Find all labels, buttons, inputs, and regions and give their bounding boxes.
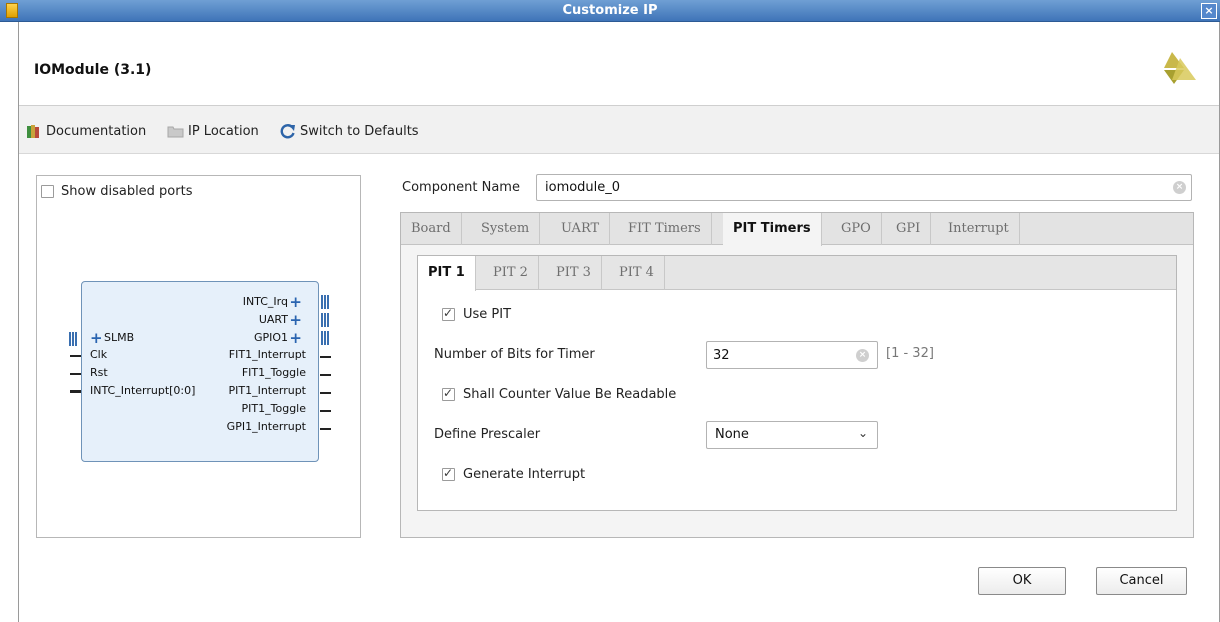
clear-icon[interactable]: × — [1173, 181, 1186, 194]
bus-pin-gpio1 — [321, 331, 329, 345]
port-rst: Rst — [90, 366, 108, 379]
documentation-button[interactable]: Documentation — [26, 122, 146, 140]
folder-icon — [167, 126, 184, 138]
port-fit1-toggle: FIT1_Toggle — [241, 366, 306, 379]
pin-pit1-interrupt — [320, 392, 331, 394]
ip-location-label: IP Location — [188, 123, 259, 139]
switch-defaults-label: Switch to Defaults — [300, 123, 419, 139]
show-disabled-checkbox[interactable] — [41, 185, 54, 198]
prescaler-value: None — [715, 427, 749, 442]
pin-fit1-interrupt — [320, 356, 331, 358]
generate-interrupt-label: Generate Interrupt — [463, 467, 586, 482]
subtab-pit-3[interactable]: PIT 3 — [546, 256, 602, 290]
show-disabled-ports-toggle[interactable]: Show disabled ports — [41, 184, 192, 199]
use-pit-label: Use PIT — [463, 307, 512, 322]
expand-plus-icon[interactable]: + — [289, 295, 302, 310]
use-pit-option[interactable]: Use PIT — [442, 306, 512, 322]
prescaler-label: Define Prescaler — [434, 427, 541, 442]
readable-label: Shall Counter Value Be Readable — [463, 387, 677, 402]
port-slmb: SLMB — [104, 331, 135, 344]
prescaler-label-row: Define Prescaler — [434, 427, 540, 442]
title-bar: Customize IP × — [0, 0, 1220, 22]
window-title: Customize IP — [562, 3, 658, 18]
use-pit-checkbox[interactable] — [442, 306, 455, 321]
port-gpi1-interrupt: GPI1_Interrupt — [226, 420, 306, 433]
tab-board[interactable]: Board — [401, 213, 462, 245]
bits-label-row: Number of Bits for Timer — [434, 347, 595, 362]
tab-fit-timers[interactable]: FIT Timers — [618, 213, 712, 245]
ip-location-button[interactable]: IP Location — [167, 122, 259, 140]
pin-clk — [70, 355, 81, 357]
bits-input[interactable] — [706, 341, 878, 369]
pin-rst — [70, 373, 81, 375]
ip-title: IOModule (3.1) — [34, 62, 152, 78]
tab-gpi[interactable]: GPI — [886, 213, 932, 245]
prescaler-select[interactable]: None ⌄ — [706, 421, 878, 449]
tab-interrupt[interactable]: Interrupt — [938, 213, 1020, 245]
generate-interrupt-option[interactable]: Generate Interrupt — [442, 466, 586, 482]
tab-gpo[interactable]: GPO — [831, 213, 882, 245]
port-clk: Clk — [90, 348, 108, 361]
bits-label: Number of Bits for Timer — [434, 347, 595, 362]
readable-checkbox[interactable] — [442, 386, 455, 401]
vendor-logo — [1164, 52, 1196, 84]
clear-icon[interactable]: × — [856, 349, 869, 362]
subtab-pit-4[interactable]: PIT 4 — [609, 256, 665, 290]
readable-option[interactable]: Shall Counter Value Be Readable — [442, 386, 677, 402]
port-uart: UART — [258, 313, 288, 326]
books-icon — [27, 125, 39, 138]
tab-uart[interactable]: UART — [551, 213, 611, 245]
subtab-pit-1[interactable]: PIT 1 — [418, 256, 476, 291]
tab-bar: Board System UART FIT Timers PIT Timers … — [401, 213, 1193, 246]
generate-interrupt-checkbox[interactable] — [442, 466, 455, 481]
bus-pin-intc-irq — [321, 295, 329, 309]
port-fit1-interrupt: FIT1_Interrupt — [228, 348, 306, 361]
pin-fit1-toggle — [320, 374, 331, 376]
component-name-input[interactable] — [536, 174, 1192, 201]
chevron-down-icon: ⌄ — [857, 426, 868, 440]
window-close-button[interactable]: × — [1201, 3, 1217, 19]
show-disabled-label: Show disabled ports — [61, 184, 193, 199]
pin-intc-interrupt — [70, 390, 81, 393]
port-pit1-toggle: PIT1_Toggle — [241, 402, 306, 415]
tab-system[interactable]: System — [471, 213, 541, 245]
config-tabs: Board System UART FIT Timers PIT Timers … — [400, 212, 1194, 538]
toolbar: Documentation IP Location Switch to Defa… — [19, 106, 1219, 154]
port-intc-irq: INTC_Irq — [242, 295, 288, 308]
component-name-label: Component Name — [402, 180, 520, 195]
port-gpio1: GPIO1 — [253, 331, 288, 344]
expand-plus-icon[interactable]: + — [289, 331, 302, 346]
port-intc-interrupt: INTC_Interrupt[0:0] — [90, 384, 196, 397]
cancel-button[interactable]: Cancel — [1096, 567, 1187, 595]
pin-gpi1-interrupt — [320, 428, 331, 430]
ip-symbol-block: INTC_Irq UART GPIO1 FIT1_Interrupt FIT1_… — [81, 281, 319, 462]
subtab-bar: PIT 1 PIT 2 PIT 3 PIT 4 — [418, 256, 1176, 291]
pin-pit1-toggle — [320, 410, 331, 412]
bus-pin-uart — [321, 313, 329, 327]
bits-range-hint: [1 - 32] — [886, 346, 934, 361]
pit-subtabs: PIT 1 PIT 2 PIT 3 PIT 4 Use PIT Number o… — [417, 255, 1177, 511]
expand-plus-icon[interactable]: + — [90, 331, 103, 346]
refresh-icon — [280, 123, 295, 138]
block-diagram-panel: Show disabled ports INTC_Irq UART GPIO1 … — [36, 175, 361, 538]
documentation-label: Documentation — [46, 123, 147, 139]
expand-plus-icon[interactable]: + — [289, 313, 302, 328]
subtab-pit-2[interactable]: PIT 2 — [483, 256, 539, 290]
switch-defaults-button[interactable]: Switch to Defaults — [279, 122, 419, 140]
ok-button[interactable]: OK — [978, 567, 1066, 595]
port-pit1-interrupt: PIT1_Interrupt — [228, 384, 306, 397]
bus-pin-slmb — [69, 332, 77, 346]
tab-pit-timers[interactable]: PIT Timers — [723, 213, 822, 246]
